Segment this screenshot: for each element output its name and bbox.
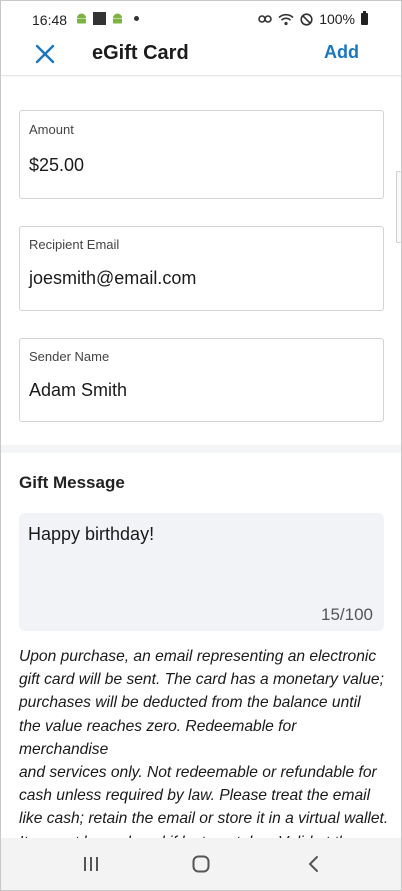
system-icons: 100%: [258, 11, 368, 27]
wifi-icon: [278, 13, 294, 25]
scroll-indicator: [396, 171, 401, 243]
character-counter: 15/100: [321, 605, 373, 624]
app-screen: 16:48 100% eGift Card Add Amount $25.00 …: [0, 0, 402, 891]
recipient-email-field[interactable]: Recipient Email joesmith@email.com: [19, 226, 384, 311]
status-bar: 16:48 100%: [1, 1, 401, 37]
amount-label: Amount: [29, 122, 74, 137]
back-icon[interactable]: [307, 855, 319, 873]
terms-line: gift card will be sent. The card has a m…: [19, 671, 384, 689]
status-time: 16:48: [32, 12, 68, 28]
recents-icon[interactable]: [82, 856, 100, 872]
terms-text: Upon purchase, an email representing an …: [19, 645, 389, 854]
more-notifications-dot-icon: [134, 16, 139, 21]
terms-line: Upon purchase, an email representing an …: [19, 648, 377, 665]
add-button[interactable]: Add: [324, 42, 359, 63]
terms-line: purchases will be deducted from the bala…: [19, 694, 361, 712]
app-notification-icon: [93, 12, 106, 25]
gift-message-text[interactable]: Happy birthday!: [28, 524, 154, 545]
amount-value[interactable]: $25.00: [29, 155, 84, 176]
link-icon: [258, 15, 272, 23]
page-title: eGift Card: [92, 42, 189, 64]
recipient-email-value[interactable]: joesmith@email.com: [29, 268, 196, 289]
close-icon[interactable]: [29, 39, 61, 71]
terms-line: like cash; retain the email or store it …: [19, 810, 389, 828]
gift-message-heading: Gift Message: [19, 473, 125, 492]
notification-icons: [75, 12, 139, 25]
home-icon[interactable]: [192, 855, 210, 873]
gift-message-textarea[interactable]: Happy birthday! 15/100: [19, 513, 384, 631]
battery-percent: 100%: [319, 11, 355, 27]
sender-name-value[interactable]: Adam Smith: [29, 380, 127, 401]
section-divider: [1, 445, 401, 453]
terms-line: cash unless required by law. Please trea…: [19, 787, 371, 805]
android-icon: [77, 13, 86, 24]
battery-icon: [361, 11, 368, 25]
terms-line: and services only. Not redeemable or ref…: [19, 764, 377, 782]
sender-name-field[interactable]: Sender Name Adam Smith: [19, 338, 384, 422]
sender-name-label: Sender Name: [29, 349, 110, 364]
recipient-email-label: Recipient Email: [29, 237, 120, 252]
terms-line: the value reaches zero. Redeemable for m…: [19, 717, 297, 758]
amount-field[interactable]: Amount $25.00: [19, 110, 384, 199]
android-icon: [113, 13, 122, 24]
app-bar: eGift Card Add: [1, 37, 401, 76]
system-navigation-bar: [1, 838, 401, 890]
do-not-disturb-icon: [300, 12, 313, 26]
